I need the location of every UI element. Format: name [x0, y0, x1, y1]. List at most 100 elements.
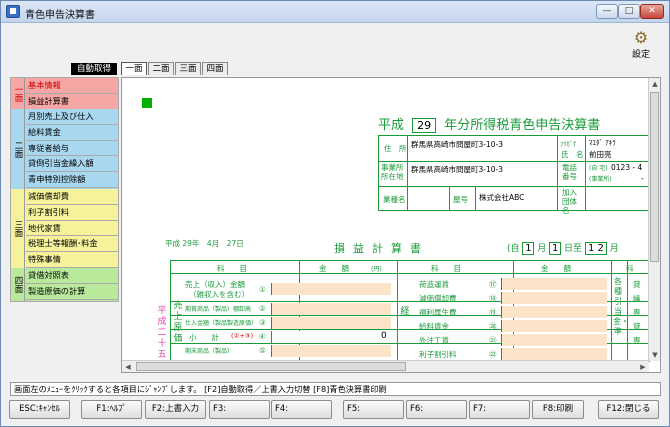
start-month-input[interactable]: 1 — [522, 242, 535, 255]
row-sales-sub: （雑収入を含む） — [189, 290, 249, 299]
menu-group-label: 四面 — [11, 268, 25, 301]
end-month-input[interactable]: 1 2 — [584, 242, 607, 255]
row-opening-label: 期首商品（製品）棚卸高 — [185, 306, 252, 313]
tab-page-2[interactable]: 二面 — [148, 62, 174, 75]
right-col-item-4: 貸 — [633, 322, 641, 331]
f4-button[interactable]: F4: — [271, 400, 332, 419]
depreciation-amount-input[interactable] — [501, 292, 607, 304]
settings-button[interactable]: ⚙ 設定 — [621, 29, 661, 61]
f2-overwrite-button[interactable]: F2:上書入力 — [145, 400, 206, 419]
shop-label: 屋号 — [453, 195, 468, 204]
f12-close-button[interactable]: F12:閉じる — [598, 400, 659, 419]
range-prefix: (自 — [507, 244, 520, 254]
menu-item-income-statement[interactable]: 損益計算書 — [26, 94, 118, 110]
tab-page-1[interactable]: 一面 — [121, 62, 147, 75]
closing-inventory-input[interactable] — [271, 345, 391, 357]
menu-item-depreciation[interactable]: 減価償却費 — [26, 189, 118, 205]
furigana-value[interactable]: ﾏｴﾀﾞ ｱｷﾗ — [589, 138, 616, 148]
row-interest-label: 利子割引料 — [419, 350, 457, 359]
phone-office-label: (事業所) — [589, 176, 612, 183]
f1-help-button[interactable]: F1:ﾍﾙﾌﾟ — [81, 400, 142, 419]
menu-item-special-circumstances[interactable]: 特殊事情 — [26, 252, 118, 268]
range-month2-label: 月 — [609, 244, 619, 254]
business-label: 業種名 — [383, 195, 406, 204]
menu-item-family-salary[interactable]: 専従者給与 — [26, 141, 118, 157]
menu-item-special-deduction[interactable]: 青申特別控除額 — [26, 172, 118, 188]
menu-item-manufacturing-cost[interactable]: 製造原価の計算 — [26, 284, 118, 300]
outsourcing-amount-input[interactable] — [501, 334, 607, 346]
row-welfare-no: ⑲ — [489, 308, 497, 317]
minimize-button[interactable]: — — [596, 4, 618, 19]
menu-item-balance-sheet[interactable]: 貸借対照表 — [26, 268, 118, 284]
menu-item-salary[interactable]: 給料賃金 — [26, 125, 118, 141]
function-key-bar: ESC:ｷｬﾝｾﾙ F1:ﾍﾙﾌﾟ F2:上書入力 F3: F4: F5: F6… — [5, 400, 665, 420]
row-opening-no: ② — [259, 304, 266, 313]
tab-page-3[interactable]: 三面 — [175, 62, 201, 75]
address-value[interactable]: 群馬県高崎市問屋町3-10-3 — [411, 139, 503, 150]
prepared-date[interactable]: 平成 29年 4月 27日 — [165, 238, 244, 249]
form-title: 平成 29 年分所得税青色申告決算書 — [378, 114, 600, 133]
tab-page-4[interactable]: 四面 — [202, 62, 228, 75]
scroll-up-icon[interactable]: ▲ — [650, 79, 660, 89]
auto-fetch-button[interactable]: 自動取得 — [71, 63, 117, 75]
subtotal-amount: 0 — [381, 331, 387, 341]
salary-amount-input[interactable] — [501, 320, 607, 332]
f3-button[interactable]: F3: — [209, 400, 270, 419]
interest-amount-input[interactable] — [501, 348, 607, 360]
welfare-amount-input[interactable] — [501, 306, 607, 318]
f6-button[interactable]: F6: — [406, 400, 467, 419]
menu-item-rent[interactable]: 地代家賃 — [26, 221, 118, 237]
f7-button[interactable]: F7: — [469, 400, 530, 419]
horizontal-scrollbar[interactable]: ◀ ▶ — [122, 360, 649, 372]
row-purchase-label: 仕入金額（製品製造原価） — [185, 320, 258, 327]
scroll-right-icon[interactable]: ▶ — [638, 362, 648, 372]
menu-item-monthly-sales[interactable]: 月別売上及び仕入 — [26, 109, 118, 125]
vertical-scroll-thumb[interactable] — [650, 92, 659, 262]
close-button[interactable]: ✕ — [640, 4, 664, 19]
f8-print-button[interactable]: F8:印刷 — [532, 400, 584, 419]
name-value[interactable]: 前田亮 — [589, 149, 612, 160]
selection-marker — [142, 98, 152, 108]
section-menu: 一面 基本情報 損益計算書 二面 月別売上及び仕入 給料賃金 専従者給与 貸倒引… — [10, 77, 119, 302]
row-salary-no: ⑳ — [489, 322, 497, 331]
col-subject: 科 目 — [217, 264, 247, 273]
opening-inventory-input[interactable] — [271, 303, 391, 315]
row-outsourcing-no: ㉑ — [489, 336, 497, 345]
esc-cancel-button[interactable]: ESC:ｷｬﾝｾﾙ — [9, 400, 70, 419]
form-viewport: 平成 29 年分所得税青色申告決算書 住 所 群馬県高崎市問屋町3-10-3 事… — [121, 77, 661, 373]
col-amount: 金 額 — [319, 264, 349, 273]
row-subtotal-no: ④ — [259, 332, 266, 341]
scroll-left-icon[interactable]: ◀ — [123, 362, 133, 372]
menu-item-fees[interactable]: 税理士等報酬･料金 — [26, 236, 118, 253]
menu-item-basic-info[interactable]: 基本情報 — [26, 78, 118, 94]
year-input[interactable]: 29 — [412, 118, 437, 133]
row-depreciation-label: 減価償却費 — [419, 294, 457, 303]
shipping-amount-input[interactable] — [501, 278, 607, 290]
scroll-down-icon[interactable]: ▼ — [650, 350, 660, 360]
menu-item-interest[interactable]: 利子割引料 — [26, 205, 118, 221]
maximize-button[interactable]: □ — [618, 4, 640, 19]
sales-amount-input[interactable] — [271, 283, 391, 295]
name-label: 氏 名 — [561, 150, 584, 159]
phone-value[interactable]: 0123 - 4 — [611, 163, 642, 172]
horizontal-scroll-thumb[interactable] — [136, 362, 406, 371]
start-day-input[interactable]: 1 — [549, 242, 562, 255]
row-purchase-no: ③ — [259, 318, 266, 327]
row-shipping-label: 荷造運賃 — [419, 280, 449, 289]
menu-group-label: 二面 — [11, 109, 25, 189]
pl-title: 損益計算書 — [334, 242, 429, 255]
shop-name-value[interactable]: 株式会社ABC — [479, 192, 524, 203]
menu-group-page2: 二面 月別売上及び仕入 給料賃金 専従者給与 貸倒引当金繰入額 青申特別控除額 — [11, 109, 118, 189]
f5-button[interactable]: F5: — [343, 400, 404, 419]
page-tabs: 一面 二面 三面 四面 — [121, 62, 229, 76]
menu-group-label: 三面 — [11, 189, 25, 268]
office-address-value[interactable]: 群馬県高崎市問屋町3-10-3 — [411, 164, 503, 175]
row-sales-no: ① — [259, 285, 266, 294]
purchase-amount-input[interactable] — [271, 317, 391, 329]
vertical-scrollbar[interactable]: ▲ ▼ — [648, 78, 660, 361]
menu-group-page1: 一面 基本情報 損益計算書 — [11, 78, 118, 110]
app-window: 青色申告決算書 — □ ✕ ⚙ 設定 自動取得 一面 二面 三面 四面 一面 基… — [0, 0, 670, 427]
row-shipping-no: ⑰ — [489, 280, 497, 289]
row-depreciation-no: ⑱ — [489, 294, 497, 303]
menu-item-bad-debt[interactable]: 貸倒引当金繰入額 — [26, 156, 118, 173]
